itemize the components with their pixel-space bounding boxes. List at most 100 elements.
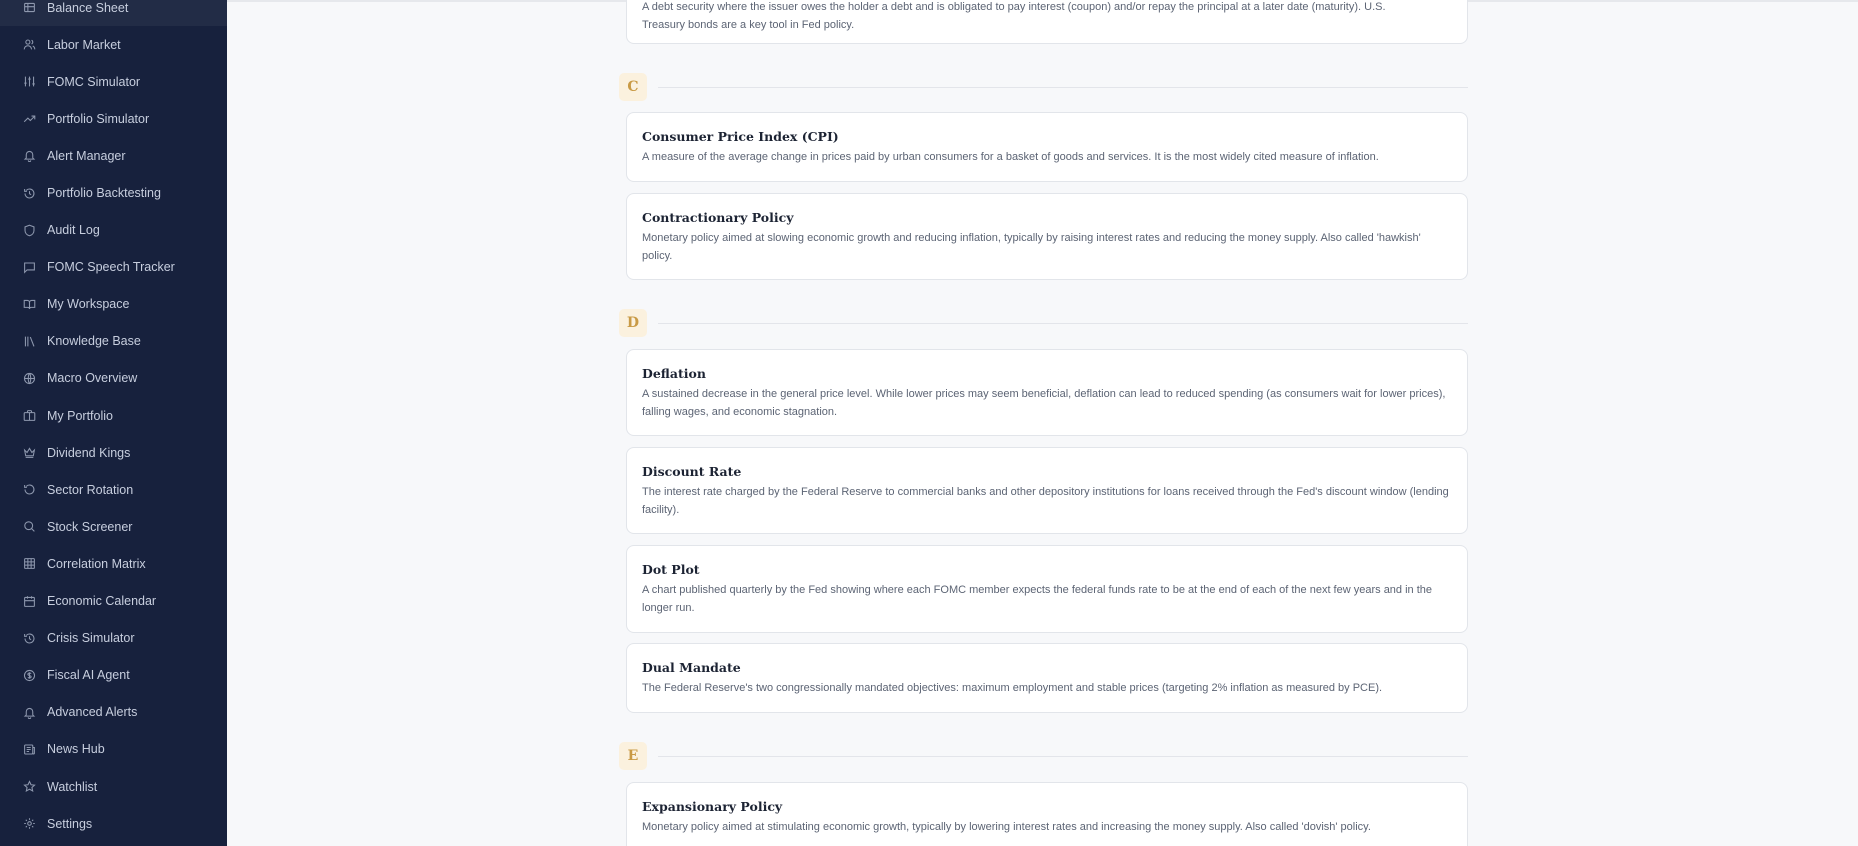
sidebar-item-stock-screener[interactable]: Stock Screener [0,508,227,545]
glossary-definition: A measure of the average change in price… [642,151,1379,163]
gear-icon [23,817,36,830]
sliders-icon [23,75,36,88]
sidebar-item-settings[interactable]: Settings [0,805,227,842]
letter-header-e: E [619,742,1468,770]
glossary-term: Consumer Price Index (CPI) [642,129,839,144]
shield-icon [23,224,36,237]
glossary-term: Expansionary Policy [642,799,783,814]
glossary-definition: The interest rate charged by the Federal… [642,486,1449,516]
rotate-icon [23,483,36,496]
search-icon [23,520,36,533]
sidebar-item-portfolio-simulator[interactable]: Portfolio Simulator [0,100,227,137]
sidebar-item-label: Fiscal AI Agent [47,668,130,683]
sidebar-item-knowledge-base[interactable]: Knowledge Base [0,323,227,360]
grid-icon [23,557,36,570]
glossary-definition: A chart published quarterly by the Fed s… [642,584,1433,614]
glossary-card-bond: A debt security where the issuer owes th… [626,0,1468,44]
letter-badge: C [619,73,647,101]
sidebar-item-label: Dividend Kings [47,445,131,460]
star-icon [23,780,36,793]
sidebar-item-label: FOMC Speech Tracker [47,260,175,275]
bell-icon [23,706,36,719]
sidebar-item-label: Portfolio Backtesting [47,186,161,201]
crown-icon [23,446,36,459]
glossary-card: Deflation A sustained decrease in the ge… [626,349,1468,436]
sidebar-item-my-portfolio[interactable]: My Portfolio [0,397,227,434]
sidebar-item-correlation-matrix[interactable]: Correlation Matrix [0,545,227,582]
glossary-term: Deflation [642,366,706,381]
sidebar-item-label: Correlation Matrix [47,556,146,571]
sidebar-item-label: Audit Log [47,223,100,238]
sidebar-item-economic-calendar[interactable]: Economic Calendar [0,583,227,620]
newspaper-icon [23,743,36,756]
glossary-card: Dual Mandate The Federal Reserve's two c… [626,643,1468,713]
glossary-term: Contractionary Policy [642,210,794,225]
glossary-term: Dot Plot [642,562,700,577]
library-icon [23,335,36,348]
divider [658,755,1468,757]
bell-icon [23,149,36,163]
letter-badge: E [619,742,647,770]
sidebar-item-label: Watchlist [47,779,98,794]
sidebar-item-label: Stock Screener [47,519,133,534]
letter-header-c: C [619,73,1468,101]
sidebar-item-audit-log[interactable]: Audit Log [0,212,227,249]
sidebar-item-news-hub[interactable]: News Hub [0,731,227,768]
divider [658,86,1468,88]
glossary-term: Dual Mandate [642,660,741,675]
book-open-icon [23,298,36,311]
globe-icon [23,372,36,385]
sidebar-item-macro-overview[interactable]: Macro Overview [0,360,227,397]
sidebar-item-label: Macro Overview [47,371,138,386]
glossary-definition: The Federal Reserve's two congressionall… [642,682,1383,694]
glossary-definition: Treasury bonds are a key tool in Fed pol… [642,18,855,31]
glossary-card: Expansionary Policy Monetary policy aime… [626,782,1468,846]
glossary-definition: A debt security where the issuer owes th… [642,1,1386,13]
sidebar-item-label: Labor Market [47,37,121,52]
history-icon [23,187,36,200]
sidebar-item-label: My Workspace [47,297,130,312]
glossary-card: Consumer Price Index (CPI) A measure of … [626,112,1468,182]
letter-header-d: D [619,309,1468,337]
sidebar-item-sector-rotation[interactable]: Sector Rotation [0,471,227,508]
sidebar-item-balance-sheet[interactable]: Balance Sheet [0,0,227,27]
sidebar-item-label: Sector Rotation [47,482,134,497]
glossary-card: Dot Plot A chart published quarterly by … [626,545,1468,633]
users-icon [23,38,36,51]
divider [658,322,1468,324]
history-icon [23,632,36,645]
sidebar-item-crisis-simulator[interactable]: Crisis Simulator [0,620,227,657]
balance-icon [23,1,36,14]
sidebar-item-fomc-simulator[interactable]: FOMC Simulator [0,63,227,100]
sidebar-item-label: FOMC Simulator [47,74,141,89]
sidebar-nav: Balance Sheet Labor Market FOMC Simulato… [0,0,227,842]
sidebar-item-my-workspace[interactable]: My Workspace [0,286,227,323]
coin-icon [23,669,36,682]
glossary-term: Discount Rate [642,464,742,479]
glossary-definition: Monetary policy aimed at stimulating eco… [642,821,1371,833]
sidebar-item-label: Balance Sheet [47,0,129,15]
sidebar-item-portfolio-backtesting[interactable]: Portfolio Backtesting [0,174,227,211]
sidebar-item-advanced-alerts[interactable]: Advanced Alerts [0,694,227,731]
briefcase-icon [23,409,36,422]
message-square-icon [23,261,36,274]
sidebar-item-fiscal-ai-agent[interactable]: Fiscal AI Agent [0,657,227,694]
sidebar-item-alert-manager[interactable]: Alert Manager [0,137,227,174]
sidebar-item-label: My Portfolio [47,408,113,423]
sidebar-item-label: Crisis Simulator [47,631,135,646]
sidebar-item-label: Settings [47,816,93,831]
sidebar-item-label: Advanced Alerts [47,705,138,720]
sidebar: Balance Sheet Labor Market FOMC Simulato… [0,0,227,846]
trending-up-icon [23,112,36,125]
sidebar-item-label: News Hub [47,742,105,757]
sidebar-item-label: Economic Calendar [47,594,157,609]
sidebar-item-label: Knowledge Base [47,334,141,349]
calendar-icon [23,595,36,608]
sidebar-item-fomc-speech-tracker[interactable]: FOMC Speech Tracker [0,249,227,286]
sidebar-item-labor-market[interactable]: Labor Market [0,26,227,63]
sidebar-item-dividend-kings[interactable]: Dividend Kings [0,434,227,471]
sidebar-item-label: Alert Manager [47,148,126,163]
sidebar-item-label: Portfolio Simulator [47,111,150,126]
sidebar-item-watchlist[interactable]: Watchlist [0,768,227,805]
glossary-card: Contractionary Policy Monetary policy ai… [626,193,1468,280]
